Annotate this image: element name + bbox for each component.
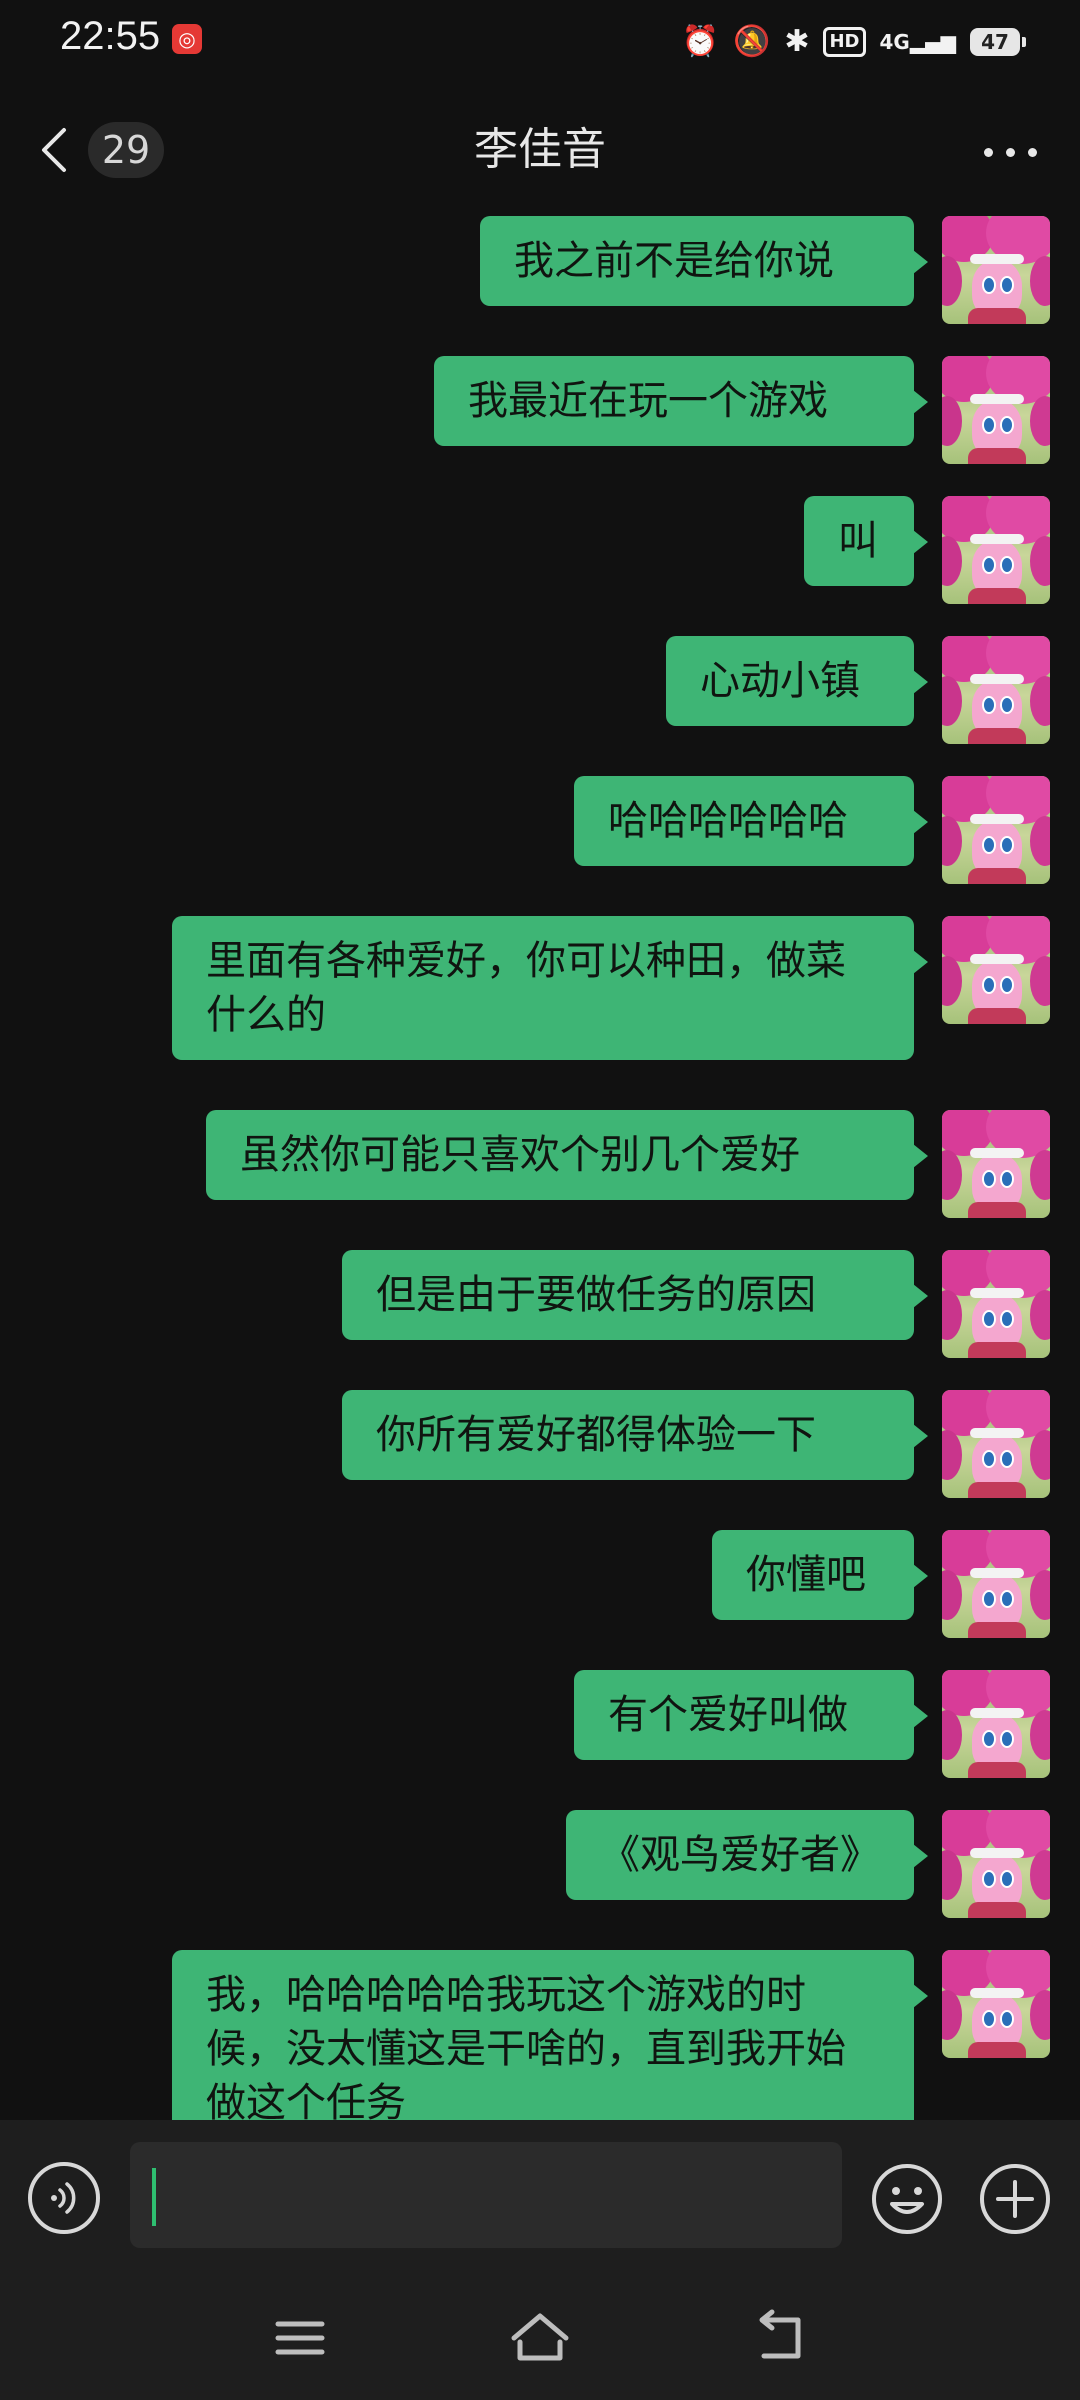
mute-icon: 🔕 — [732, 24, 771, 59]
message-row: 你所有爱好都得体验一下 — [342, 1390, 1050, 1498]
message-bubble[interactable]: 哈哈哈哈哈哈 — [574, 776, 928, 866]
avatar[interactable] — [942, 1110, 1050, 1218]
message-row: 《观鸟爱好者》 — [566, 1810, 1050, 1918]
avatar[interactable] — [942, 916, 1050, 1024]
avatar[interactable] — [942, 216, 1050, 324]
message-bubble[interactable]: 但是由于要做任务的原因 — [342, 1250, 928, 1340]
emoji-icon — [872, 2164, 942, 2234]
message-row: 心动小镇 — [666, 636, 1050, 744]
message-row: 有个爱好叫做 — [574, 1670, 1050, 1778]
more-options-button[interactable] — [972, 122, 1052, 178]
avatar[interactable] — [942, 1950, 1050, 2058]
home-icon — [511, 2313, 569, 2361]
status-icons: ⏰ 🔕 ✱ HD 4G▂▄▆ 47 — [681, 22, 1026, 62]
system-nav-bar — [0, 2278, 1080, 2400]
message-row: 里面有各种爱好，你可以种田，做菜什么的 — [172, 916, 1050, 1060]
message-bubble[interactable]: 我，哈哈哈哈哈我玩这个游戏的时候，没太懂这是干啥的，直到我开始做这个任务 — [172, 1950, 928, 2120]
avatar[interactable] — [942, 356, 1050, 464]
more-functions-button[interactable] — [978, 2162, 1052, 2236]
message-row: 但是由于要做任务的原因 — [342, 1250, 1050, 1358]
avatar[interactable] — [942, 1670, 1050, 1778]
more-dots-icon — [984, 148, 993, 157]
battery-icon: 47 — [970, 28, 1026, 56]
avatar[interactable] — [942, 1810, 1050, 1918]
back-button[interactable] — [36, 124, 86, 176]
message-bubble[interactable]: 里面有各种爱好，你可以种田，做菜什么的 — [172, 916, 928, 1060]
avatar[interactable] — [942, 1390, 1050, 1498]
message-bubble[interactable]: 《观鸟爱好者》 — [566, 1810, 928, 1900]
message-bubble[interactable]: 你懂吧 — [712, 1530, 928, 1620]
netease-music-icon: ◎ — [172, 24, 202, 54]
menu-icon — [275, 2321, 325, 2355]
signal-4g-icon: 4G▂▄▆ — [879, 30, 957, 54]
alarm-icon: ⏰ — [681, 24, 719, 59]
message-row: 你懂吧 — [712, 1530, 1050, 1638]
home-nav-button[interactable] — [508, 2308, 572, 2368]
status-time: 22:55 — [60, 14, 161, 58]
menu-nav-button[interactable] — [268, 2308, 332, 2368]
chat-header: 29 李佳音 — [0, 100, 1080, 200]
message-bubble[interactable]: 叫 — [804, 496, 928, 586]
message-row: 哈哈哈哈哈哈 — [574, 776, 1050, 884]
back-nav-button[interactable] — [748, 2308, 812, 2368]
bluetooth-icon: ✱ — [784, 24, 810, 59]
avatar[interactable] — [942, 496, 1050, 604]
message-bubble[interactable]: 我最近在玩一个游戏 — [434, 356, 928, 446]
emoji-button[interactable] — [870, 2162, 944, 2236]
message-row: 我之前不是给你说 — [480, 216, 1050, 324]
unread-count-badge[interactable]: 29 — [88, 122, 164, 178]
message-row: 虽然你可能只喜欢个别几个爱好 — [206, 1110, 1050, 1218]
avatar[interactable] — [942, 636, 1050, 744]
hd-icon: HD — [823, 27, 866, 57]
voice-icon — [51, 2182, 76, 2214]
back-arrow-icon — [759, 2309, 801, 2359]
avatar[interactable] — [942, 1530, 1050, 1638]
input-bar — [0, 2120, 1080, 2278]
chevron-left-icon — [42, 128, 66, 172]
message-row: 我，哈哈哈哈哈我玩这个游戏的时候，没太懂这是干啥的，直到我开始做这个任务 — [172, 1950, 1050, 2120]
message-row: 我最近在玩一个游戏 — [434, 356, 1050, 464]
message-row: 叫 — [804, 496, 1050, 604]
message-input[interactable] — [130, 2142, 842, 2248]
message-list[interactable]: 我之前不是给你说 我最近在玩一个游戏 叫 心动小镇 哈哈哈哈哈哈 里面有各种爱好… — [0, 212, 1080, 2120]
status-bar: 22:55 ◎ ⏰ 🔕 ✱ HD 4G▂▄▆ 47 — [0, 0, 1080, 84]
text-cursor — [152, 2168, 156, 2226]
plus-icon — [980, 2164, 1050, 2234]
avatar[interactable] — [942, 776, 1050, 884]
avatar[interactable] — [942, 1250, 1050, 1358]
message-bubble[interactable]: 你所有爱好都得体验一下 — [342, 1390, 928, 1480]
message-bubble[interactable]: 我之前不是给你说 — [480, 216, 928, 306]
message-bubble[interactable]: 虽然你可能只喜欢个别几个爱好 — [206, 1110, 928, 1200]
message-bubble[interactable]: 心动小镇 — [666, 636, 928, 726]
voice-input-button[interactable] — [28, 2162, 100, 2234]
message-bubble[interactable]: 有个爱好叫做 — [574, 1670, 928, 1760]
